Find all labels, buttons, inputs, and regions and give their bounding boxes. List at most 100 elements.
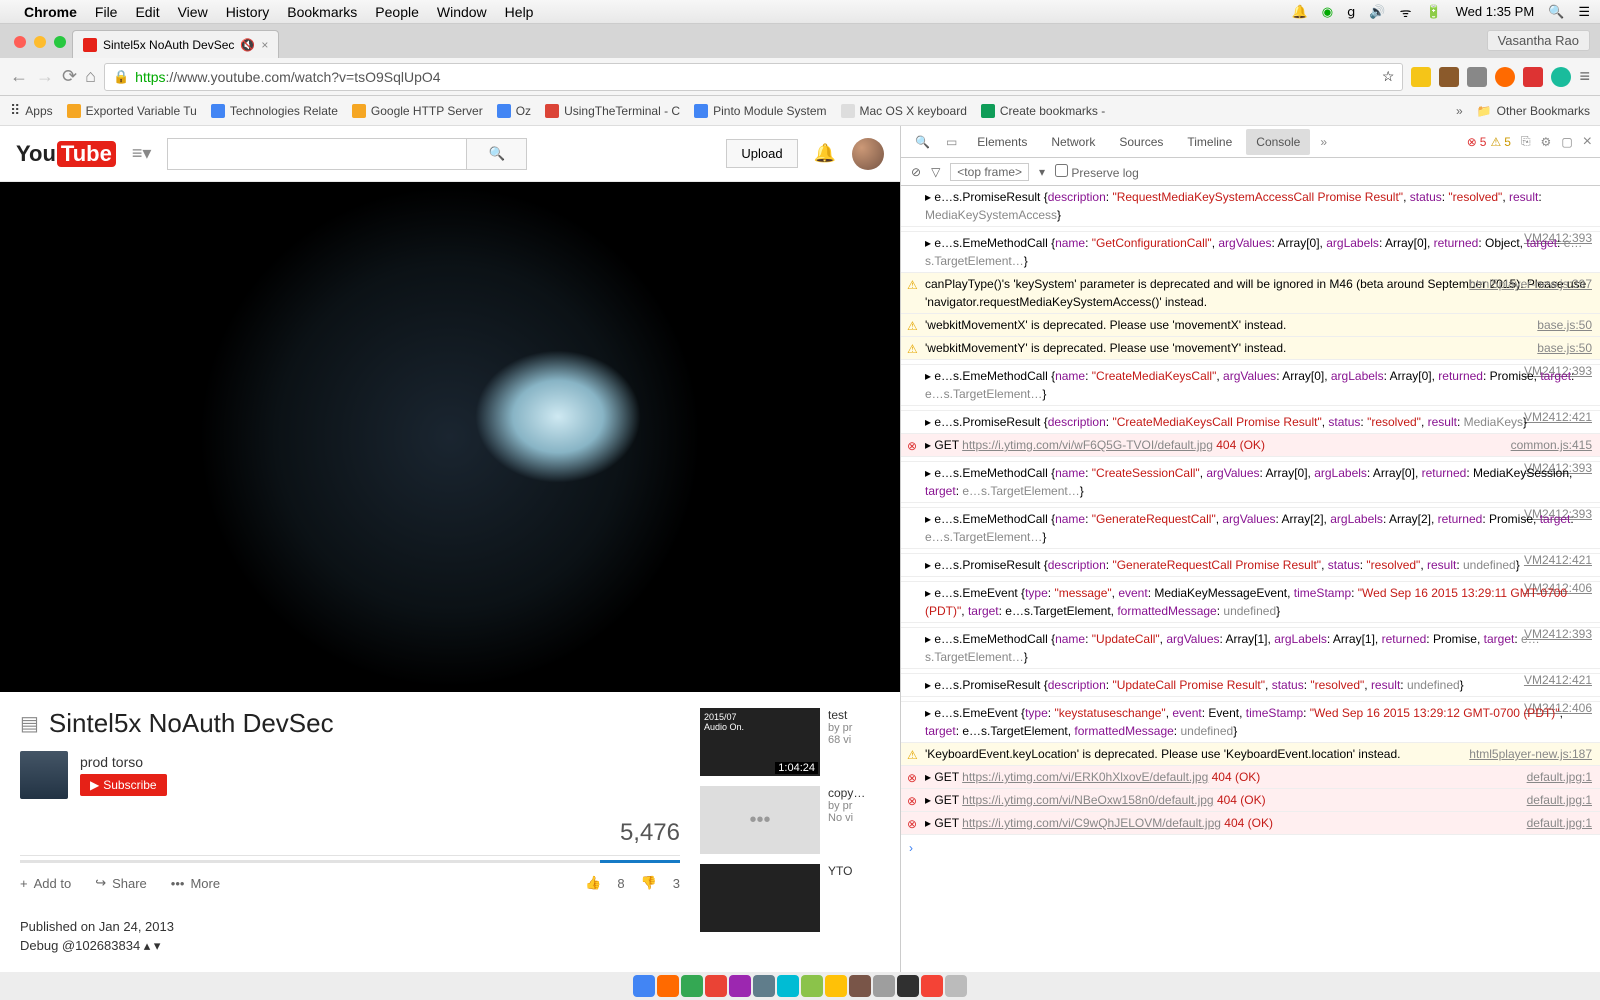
bookmarks-overflow[interactable]: » bbox=[1456, 104, 1463, 118]
dock-app[interactable] bbox=[633, 975, 655, 997]
dock-app[interactable] bbox=[825, 975, 847, 997]
console-log-obj[interactable]: ▸ e…s.PromiseResult {description: "Gener… bbox=[901, 554, 1600, 577]
bookmark-item[interactable]: Oz bbox=[497, 104, 531, 118]
profile-button[interactable]: Vasantha Rao bbox=[1487, 30, 1590, 51]
inspect-icon[interactable]: 🔍 bbox=[909, 135, 936, 149]
menu-edit[interactable]: Edit bbox=[135, 4, 159, 20]
wifi-icon[interactable]: ᯤ bbox=[1400, 3, 1412, 21]
close-window[interactable] bbox=[14, 36, 26, 48]
extension-2[interactable] bbox=[1439, 67, 1459, 87]
warning-count[interactable]: ⚠5 bbox=[1490, 135, 1510, 149]
clear-console-icon[interactable]: ⊘ bbox=[911, 165, 921, 179]
related-item[interactable]: YTO bbox=[700, 864, 880, 932]
device-icon[interactable]: ▭ bbox=[940, 135, 963, 149]
debug-line[interactable]: Debug @102683834 ▴ ▾ bbox=[20, 938, 680, 954]
frame-dropdown-icon[interactable]: ▾ bbox=[1039, 165, 1045, 179]
share-button[interactable]: ↪Share bbox=[95, 875, 147, 891]
home-button[interactable]: ⌂ bbox=[85, 66, 96, 87]
battery-icon[interactable]: 🔋 bbox=[1425, 4, 1441, 20]
like-button[interactable]: 👍 bbox=[585, 875, 601, 891]
tab-sources[interactable]: Sources bbox=[1109, 129, 1173, 155]
console-log-err[interactable]: ⊗▸ GET https://i.ytimg.com/vi/NBeOxw158n… bbox=[901, 789, 1600, 812]
bookmark-item[interactable]: Google HTTP Server bbox=[352, 104, 483, 118]
bookmark-item[interactable]: UsingTheTerminal - C bbox=[545, 104, 680, 118]
dock-app[interactable] bbox=[897, 975, 919, 997]
console-log-obj[interactable]: ▸ e…s.EmeMethodCall {name: "CreateMediaK… bbox=[901, 365, 1600, 406]
bookmark-item[interactable]: Create bookmarks - bbox=[981, 104, 1105, 118]
dock-app[interactable] bbox=[753, 975, 775, 997]
volume-icon[interactable]: 🔊 bbox=[1369, 4, 1385, 20]
log-source-link[interactable]: base.js:50 bbox=[1537, 339, 1592, 357]
menu-people[interactable]: People bbox=[375, 4, 419, 20]
playlist-icon[interactable]: ▤ bbox=[20, 711, 39, 736]
tab-elements[interactable]: Elements bbox=[967, 129, 1037, 155]
console-log-warn[interactable]: ⚠'KeyboardEvent.keyLocation' is deprecat… bbox=[901, 743, 1600, 766]
back-button[interactable]: ← bbox=[10, 66, 28, 87]
console-log-obj[interactable]: ▸ e…s.EmeMethodCall {name: "GetConfigura… bbox=[901, 232, 1600, 273]
other-bookmarks[interactable]: 📁Other Bookmarks bbox=[1477, 104, 1590, 118]
console-log-obj[interactable]: ▸ e…s.EmeEvent {type: "message", event: … bbox=[901, 582, 1600, 623]
address-bar[interactable]: 🔒 https://www.youtube.com/watch?v=tsO9Sq… bbox=[104, 63, 1404, 91]
settings-icon[interactable]: ⚙ bbox=[1541, 135, 1552, 149]
console-log-err[interactable]: ⊗▸ GET https://i.ytimg.com/vi/ERK0hXlxov… bbox=[901, 766, 1600, 789]
account-avatar[interactable] bbox=[852, 138, 884, 170]
tab-timeline[interactable]: Timeline bbox=[1177, 129, 1242, 155]
log-source-link[interactable]: default.jpg:1 bbox=[1527, 768, 1592, 786]
channel-avatar[interactable] bbox=[20, 751, 68, 799]
reload-button[interactable]: ⟳ bbox=[62, 66, 77, 87]
extension-4[interactable] bbox=[1523, 67, 1543, 87]
console-log-obj[interactable]: ▸ e…s.PromiseResult {description: "Updat… bbox=[901, 674, 1600, 697]
chrome-menu-icon[interactable]: ≡ bbox=[1579, 66, 1590, 87]
console-log-warn[interactable]: ⚠'webkitMovementY' is deprecated. Please… bbox=[901, 337, 1600, 360]
console-log-err[interactable]: ⊗▸ GET https://i.ytimg.com/vi/C9wQhJELOV… bbox=[901, 812, 1600, 835]
extension-5[interactable] bbox=[1551, 67, 1571, 87]
bookmark-item[interactable]: Mac OS X keyboard bbox=[841, 104, 967, 118]
console-log-warn[interactable]: ⚠'webkitMovementX' is deprecated. Please… bbox=[901, 314, 1600, 337]
forward-button[interactable]: → bbox=[36, 66, 54, 87]
dock-app[interactable] bbox=[921, 975, 943, 997]
tabs-overflow[interactable]: » bbox=[1314, 135, 1333, 149]
tab-console[interactable]: Console bbox=[1246, 129, 1310, 155]
minimize-window[interactable] bbox=[34, 36, 46, 48]
menu-bookmarks[interactable]: Bookmarks bbox=[287, 4, 357, 20]
dock-app[interactable] bbox=[777, 975, 799, 997]
devtools-close-icon[interactable]: × bbox=[1583, 133, 1592, 151]
google-icon[interactable]: 𝗀 bbox=[1347, 4, 1355, 20]
log-source-link[interactable]: default.jpg:1 bbox=[1527, 814, 1592, 832]
spotlight-icon[interactable]: 🔍 bbox=[1548, 4, 1564, 20]
dock-trash[interactable] bbox=[945, 975, 967, 997]
cast-icon[interactable] bbox=[1467, 67, 1487, 87]
bookmark-star-icon[interactable]: ☆ bbox=[1382, 68, 1395, 85]
search-input[interactable] bbox=[168, 139, 466, 169]
menu-icon[interactable]: ☰ bbox=[1578, 4, 1590, 20]
menu-help[interactable]: Help bbox=[505, 4, 534, 20]
bookmark-item[interactable]: Pinto Module System bbox=[694, 104, 826, 118]
frame-selector[interactable]: <top frame> bbox=[950, 163, 1029, 181]
dock-app[interactable] bbox=[705, 975, 727, 997]
menu-view[interactable]: View bbox=[178, 4, 208, 20]
tab-close-icon[interactable]: × bbox=[261, 38, 268, 52]
search-button[interactable]: 🔍 bbox=[466, 139, 526, 169]
dock-app[interactable] bbox=[801, 975, 823, 997]
preserve-log-checkbox[interactable]: Preserve log bbox=[1055, 164, 1139, 180]
guide-icon[interactable]: ≡▾ bbox=[132, 143, 152, 164]
dock-app[interactable] bbox=[681, 975, 703, 997]
dock-app[interactable] bbox=[849, 975, 871, 997]
log-source-link[interactable]: common.js:415 bbox=[1511, 436, 1592, 454]
app-name[interactable]: Chrome bbox=[24, 4, 77, 20]
console-log-obj[interactable]: ▸ e…s.EmeMethodCall {name: "GenerateRequ… bbox=[901, 508, 1600, 549]
console-log-obj[interactable]: ▸ e…s.PromiseResult {description: "Creat… bbox=[901, 411, 1600, 434]
console-log-obj[interactable]: ▸ e…s.EmeEvent {type: "keystatuseschange… bbox=[901, 702, 1600, 743]
log-source-link[interactable]: base.js:50 bbox=[1537, 316, 1592, 334]
related-item[interactable]: ••• copy…by prNo vi bbox=[700, 786, 880, 854]
log-source-link[interactable]: html5player-new.js:397 bbox=[1469, 275, 1592, 293]
dock-app[interactable] bbox=[873, 975, 895, 997]
subscribe-button[interactable]: ▶Subscribe bbox=[80, 774, 167, 796]
related-item[interactable]: 2015/07Audio On.1:04:24 testby pr68 vi bbox=[700, 708, 880, 776]
dock-app[interactable] bbox=[657, 975, 679, 997]
tab-audio-icon[interactable]: 🔇 bbox=[240, 38, 255, 52]
bookmark-item[interactable]: Technologies Relate bbox=[211, 104, 338, 118]
dislike-button[interactable]: 👎 bbox=[641, 875, 657, 891]
extension-3[interactable] bbox=[1495, 67, 1515, 87]
dock-icon[interactable]: ▢ bbox=[1555, 135, 1578, 149]
